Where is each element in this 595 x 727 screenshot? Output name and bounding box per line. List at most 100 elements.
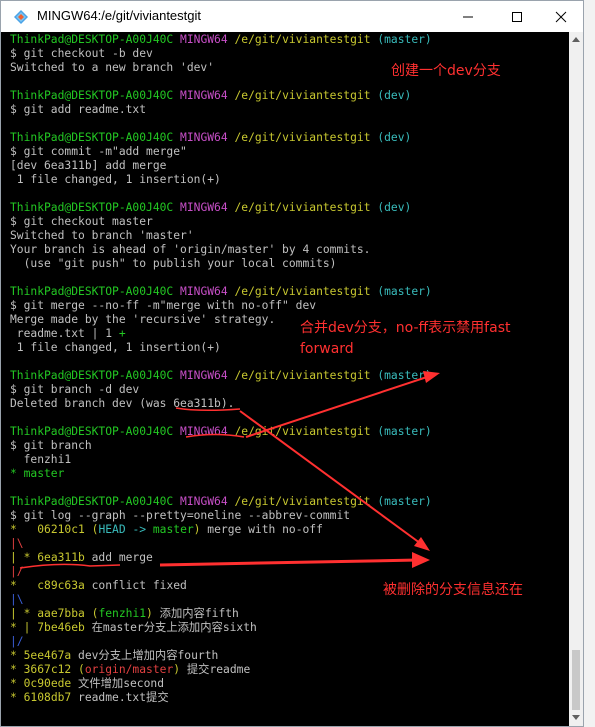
graph-edge: | * — [10, 551, 38, 564]
prompt-user: ThinkPad@DESKTOP-A00J40C — [10, 201, 174, 214]
output-text: Your branch is ahead of 'origin/master' … — [10, 243, 371, 256]
prompt-line: ThinkPad@DESKTOP-A00J40C MINGW64 /e/git/… — [10, 131, 411, 145]
command-line: $ git add readme.txt — [10, 103, 146, 117]
minimize-button[interactable] — [445, 1, 491, 32]
prompt-env: MINGW64 — [180, 495, 228, 508]
maximize-button[interactable] — [494, 1, 540, 32]
commit-hash: 3667c12 — [23, 663, 72, 676]
commit-message: 文件增加second — [71, 677, 165, 690]
commit-message: add merge — [84, 551, 153, 564]
close-button[interactable] — [538, 1, 584, 32]
prompt-path: /e/git/viviantestgit — [234, 495, 371, 508]
command-line: $ git merge --no-ff -m"merge with no-off… — [10, 299, 316, 313]
output-text: Switched to branch 'master' — [10, 229, 194, 242]
commit-hash: 5ee467a — [23, 649, 72, 662]
annotation-create-branch: 创建一个dev分支 — [391, 63, 501, 79]
prompt-branch: (master) — [377, 33, 432, 46]
terminal-output[interactable]: ThinkPad@DESKTOP-A00J40C MINGW64 /e/git/… — [1, 32, 569, 726]
graph-edge: * — [10, 649, 24, 662]
log-line: * 5ee467a dev分支上增加内容fourth — [10, 649, 218, 663]
prompt-env: MINGW64 — [180, 33, 228, 46]
prompt-user: ThinkPad@DESKTOP-A00J40C — [10, 285, 174, 298]
prompt-user: ThinkPad@DESKTOP-A00J40C — [10, 131, 174, 144]
output-line: 1 file changed, 1 insertion(+) — [10, 341, 221, 355]
scroll-up-icon[interactable] — [571, 35, 581, 45]
log-line: * | 7be46eb 在master分支上添加内容sixth — [10, 621, 257, 635]
title-bar[interactable]: MINGW64:/e/git/viviantestgit — [1, 1, 583, 32]
prompt-path: /e/git/viviantestgit — [234, 201, 371, 214]
prompt-branch: (master) — [377, 425, 432, 438]
prompt-user: ThinkPad@DESKTOP-A00J40C — [10, 33, 174, 46]
commit-hash: 0c90ede — [23, 677, 72, 690]
output-line: Merge made by the 'recursive' strategy. — [10, 313, 275, 327]
prompt-user: ThinkPad@DESKTOP-A00J40C — [10, 495, 174, 508]
ref-bracket: ) — [146, 607, 153, 620]
log-line: |\ — [10, 537, 24, 551]
diffstat-plus: + — [118, 327, 126, 340]
graph-edge: * — [10, 663, 24, 676]
output-text: Merge made by the 'recursive' strategy. — [10, 313, 276, 326]
prompt-line: ThinkPad@DESKTOP-A00J40C MINGW64 /e/git/… — [10, 425, 432, 439]
prompt-env: MINGW64 — [180, 425, 228, 438]
command-text: $ git branch — [10, 439, 92, 452]
output-text: fenzhi1 — [10, 453, 72, 466]
output-line: Switched to branch 'master' — [10, 229, 194, 243]
graph-edge: * | — [10, 621, 38, 634]
prompt-branch: (master) — [377, 495, 432, 508]
commit-hash: 6108db7 — [23, 691, 72, 704]
prompt-line: ThinkPad@DESKTOP-A00J40C MINGW64 /e/git/… — [10, 33, 432, 47]
graph-edge: * — [10, 523, 38, 536]
prompt-line: ThinkPad@DESKTOP-A00J40C MINGW64 /e/git/… — [10, 369, 432, 383]
ref-bracket: ( — [71, 663, 85, 676]
output-line: Your branch is ahead of 'origin/master' … — [10, 243, 370, 257]
scroll-down-icon[interactable] — [571, 712, 581, 722]
command-text: $ git checkout -b dev — [10, 47, 153, 60]
branch-ref: master — [152, 523, 194, 536]
prompt-path: /e/git/viviantestgit — [234, 285, 371, 298]
log-line: * 06210c1 (HEAD -> master) merge with no… — [10, 523, 323, 537]
vertical-scrollbar[interactable] — [569, 32, 583, 726]
window-title: MINGW64:/e/git/viviantestgit — [37, 8, 201, 23]
annotation-deleted-info: 被删除的分支信息还在 — [383, 582, 523, 598]
prompt-branch: (master) — [377, 285, 432, 298]
output-text: readme.txt | 1 — [10, 327, 119, 340]
log-line: * c89c63a conflict fixed — [10, 579, 187, 593]
log-line: * 0c90ede 文件增加second — [10, 677, 164, 691]
command-line: $ git commit -m"add merge" — [10, 145, 187, 159]
commit-hash: 7be46eb — [37, 621, 85, 634]
head-ref: HEAD -> — [98, 523, 153, 536]
output-line: [dev 6ea311b] add merge — [10, 159, 166, 173]
output-text: 1 file changed, 1 insertion(+) — [10, 341, 221, 354]
output-text: 1 file changed, 1 insertion(+) — [10, 173, 221, 186]
command-text: $ git branch -d dev — [10, 383, 140, 396]
scrollbar-thumb[interactable] — [572, 650, 580, 710]
command-text: $ git add readme.txt — [10, 103, 147, 116]
graph-edge: | * — [10, 607, 38, 620]
background-window-edge — [584, 0, 595, 727]
commit-message: dev分支上增加内容fourth — [71, 649, 219, 662]
log-line: * 3667c12 (origin/master) 提交readme — [10, 663, 250, 677]
log-line: |\ — [10, 593, 24, 607]
graph-edge: |/ — [10, 565, 24, 578]
prompt-path: /e/git/viviantestgit — [234, 369, 371, 382]
commit-hash: c89c63a — [37, 579, 85, 592]
prompt-env: MINGW64 — [180, 369, 228, 382]
prompt-branch: (dev) — [377, 89, 412, 102]
output-text: (use "git push" to publish your local co… — [10, 257, 337, 270]
prompt-user: ThinkPad@DESKTOP-A00J40C — [10, 369, 174, 382]
ref-bracket: ( — [84, 607, 99, 620]
commit-hash: 06210c1 — [37, 523, 85, 536]
graph-edge: * — [10, 691, 24, 704]
log-line: | * aae7bba (fenzhi1) 添加内容fifth — [10, 607, 239, 621]
graph-edge: * — [10, 579, 38, 592]
graph-edge: |\ — [10, 537, 24, 550]
output-line: (use "git push" to publish your local co… — [10, 257, 337, 271]
graph-edge: |\ — [10, 593, 24, 606]
minimize-icon — [463, 16, 473, 17]
prompt-path: /e/git/viviantestgit — [234, 425, 371, 438]
prompt-user: ThinkPad@DESKTOP-A00J40C — [10, 89, 174, 102]
commit-message: conflict fixed — [84, 579, 187, 592]
command-line: $ git log --graph --pretty=oneline --abb… — [10, 509, 350, 523]
log-line: | * 6ea311b add merge — [10, 551, 153, 565]
output-line: fenzhi1 — [10, 453, 72, 467]
